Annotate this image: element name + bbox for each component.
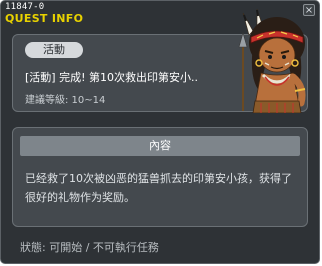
content-header: 內容 [20,136,300,156]
recommended-level: 建議等級: 10~14 [25,95,106,106]
quest-category-tag: 活動 [25,42,83,58]
quest-content-panel: 內容 已经救了10次被凶恶的猛兽抓去的印第安小孩，获得了很好的礼物作为奖励。 [12,127,308,227]
quest-id: 11847-0 [5,2,45,12]
quest-status: 狀態: 可開始 / 不可執行任務 [20,241,159,254]
npc-portrait-icon [238,8,306,113]
quest-name: [活動] 完成! 第10次救出印第安小.. [25,71,198,84]
window-title: QUEST INFO [5,12,84,25]
content-text: 已经救了10次被凶恶的猛兽抓去的印第安小孩，获得了很好的礼物作为奖励。 [25,172,292,204]
quest-info-window: 11847-0 QUEST INFO × 活動 [活動] 完成! 第10次救出印… [0,0,320,264]
